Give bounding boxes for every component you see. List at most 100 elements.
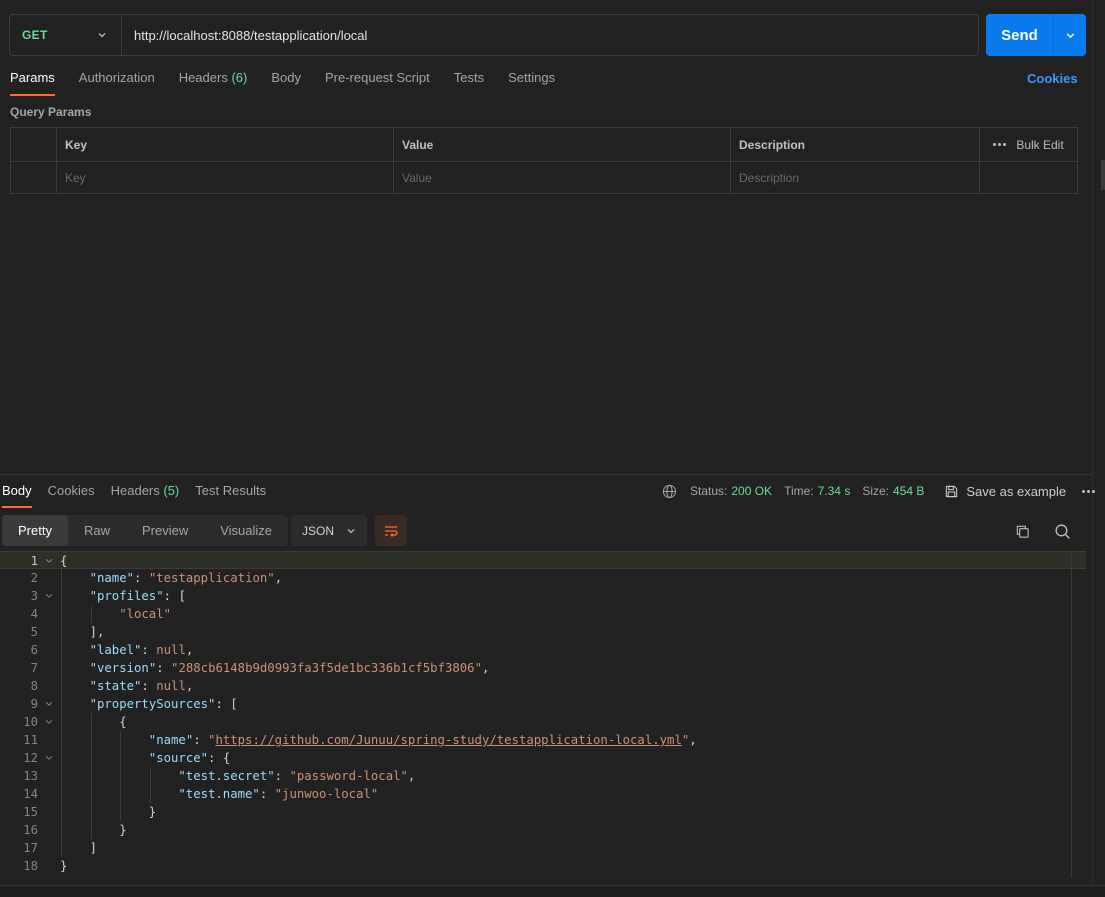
line-number: 17 [23, 841, 38, 855]
size-value[interactable]: 454 B [893, 484, 924, 498]
status-label: Status: [690, 484, 728, 498]
time-label: Time: [784, 484, 814, 498]
code-token: "propertySources" [89, 697, 216, 711]
indent-guide [61, 695, 62, 713]
tab-settings[interactable]: Settings [508, 70, 555, 94]
view-mode-switcher: Pretty Raw Preview Visualize [2, 515, 289, 546]
fold-chevron-icon[interactable] [45, 592, 53, 600]
mode-raw[interactable]: Raw [68, 515, 126, 546]
param-description-input[interactable]: Description [730, 162, 979, 194]
row-actions [979, 162, 1077, 194]
fold-chevron-icon[interactable] [45, 557, 53, 565]
query-params-title: Query Params [10, 105, 92, 119]
response-body-editor[interactable]: 1{2 "name": "testapplication", 3 "profiles"… [0, 551, 1086, 881]
indent-guide [90, 713, 92, 731]
line-number: 14 [23, 787, 38, 801]
tab-pre-request-script[interactable]: Pre-request Script [325, 70, 430, 94]
url-input[interactable] [122, 15, 978, 55]
tab-response-body[interactable]: Body [2, 483, 32, 508]
wrap-lines-button[interactable] [375, 515, 407, 546]
more-horizontal-icon[interactable] [993, 143, 1007, 146]
fold-chevron-icon[interactable] [45, 754, 53, 762]
code-text: } [60, 857, 67, 875]
tab-body[interactable]: Body [271, 70, 301, 94]
save-as-example-label: Save as example [966, 483, 1067, 499]
time-value[interactable]: 7.34 s [818, 484, 851, 498]
row-checkbox[interactable] [11, 162, 56, 194]
code-line: 15} [0, 803, 1086, 821]
globe-icon[interactable] [662, 484, 677, 499]
url-link[interactable]: https://github.com/Junuu/spring-study/te… [215, 733, 681, 747]
indent-guide [90, 731, 92, 749]
code-token: , [274, 571, 283, 585]
column-header-description: Description [730, 128, 979, 161]
tab-response-headers[interactable]: Headers (5) [111, 483, 180, 507]
request-response-divider[interactable] [0, 474, 1092, 475]
query-params-table: Key Value Description Bulk Edit Key Valu… [10, 127, 1078, 194]
code-token: : [259, 787, 275, 801]
tab-tests[interactable]: Tests [454, 70, 484, 94]
tab-headers[interactable]: Headers (6) [179, 70, 248, 94]
code-token: "288cb6148b9d0993fa3f5de1bc336b1cf5bf380… [171, 661, 482, 675]
code-token: : [134, 571, 149, 585]
code-token: { [119, 715, 127, 729]
column-header-key: Key [56, 128, 393, 161]
tab-authorization[interactable]: Authorization [79, 70, 155, 94]
code-line: 12 "source": { [0, 749, 1086, 767]
indent-guide [61, 767, 62, 785]
mode-pretty[interactable]: Pretty [2, 515, 68, 546]
tab-params[interactable]: Params [10, 70, 55, 96]
code-token: , [689, 733, 697, 747]
status-value[interactable]: 200 OK [731, 484, 772, 498]
line-number: 2 [30, 571, 38, 585]
send-button[interactable]: Send [986, 14, 1053, 56]
param-value-input[interactable]: Value [393, 162, 730, 194]
line-number: 7 [30, 661, 38, 675]
mode-visualize[interactable]: Visualize [204, 515, 288, 546]
tab-test-results[interactable]: Test Results [195, 483, 266, 507]
chevron-down-icon [98, 33, 106, 38]
more-horizontal-icon[interactable] [1082, 489, 1096, 493]
param-key-input[interactable]: Key [56, 162, 393, 194]
send-options-button[interactable] [1053, 14, 1086, 56]
headers-count: (6) [231, 70, 248, 85]
mode-preview[interactable]: Preview [126, 515, 204, 546]
code-text: { [60, 552, 67, 570]
code-text: "test.secret": "password-local", [178, 767, 415, 785]
indent-guide [61, 623, 62, 641]
url-bar: GET [9, 14, 979, 56]
code-token: , [185, 679, 194, 693]
code-token: : [274, 769, 290, 783]
format-select[interactable]: JSON [291, 515, 367, 546]
send-group: Send [986, 14, 1086, 56]
line-number: 16 [23, 823, 38, 837]
indent-guide [61, 785, 62, 803]
save-as-example-button[interactable]: Save as example [944, 484, 1066, 499]
line-number: 15 [23, 805, 38, 819]
indent-guide [61, 677, 62, 695]
code-text: ], [90, 623, 105, 641]
indent-guide [120, 785, 122, 803]
cookies-link[interactable]: Cookies [1027, 71, 1078, 86]
fold-chevron-icon[interactable] [45, 718, 53, 726]
indent-guide [61, 659, 62, 677]
bulk-edit-button[interactable]: Bulk Edit [993, 138, 1064, 152]
method-select[interactable]: GET [10, 15, 122, 55]
editor-scrollbar[interactable] [1071, 552, 1072, 878]
line-number: 5 [30, 625, 38, 639]
indent-guide [120, 803, 122, 821]
column-header-value: Value [393, 128, 730, 161]
code-token: } [119, 823, 127, 837]
code-line: 16} [0, 821, 1086, 839]
fold-chevron-icon[interactable] [45, 700, 53, 708]
code-token: null [156, 643, 186, 657]
search-button[interactable] [1052, 521, 1072, 541]
line-number: 12 [23, 751, 38, 765]
copy-button[interactable] [1012, 521, 1032, 541]
pane-resize-handle[interactable] [1101, 160, 1105, 190]
tab-response-cookies[interactable]: Cookies [48, 483, 95, 507]
code-token: "name" [89, 571, 135, 585]
line-number: 11 [23, 733, 38, 747]
code-token: "test.secret" [178, 769, 275, 783]
code-line: 10 { [0, 713, 1086, 731]
